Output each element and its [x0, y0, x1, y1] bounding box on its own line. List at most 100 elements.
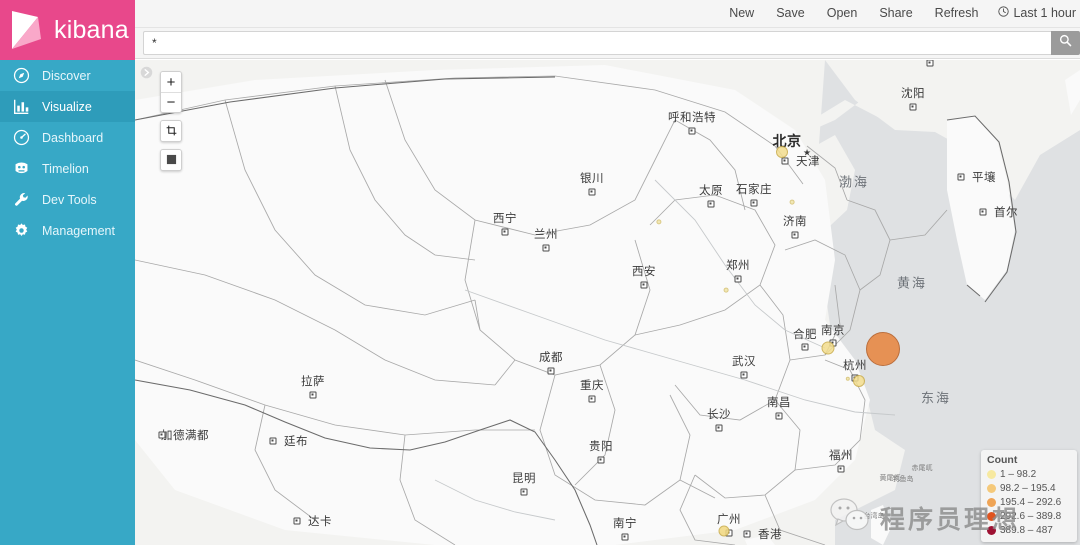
- sidebar-item-management[interactable]: Management: [0, 215, 135, 246]
- map-islet-label: 台湾岛: [863, 512, 885, 520]
- legend-entry: 1 – 98.2: [987, 467, 1070, 481]
- map-count-marker[interactable]: [866, 332, 900, 366]
- legend-entry: 98.2 – 195.4: [987, 481, 1070, 495]
- sidebar-item-label: Management: [42, 223, 115, 238]
- refresh-button[interactable]: Refresh: [924, 0, 990, 27]
- draw-rectangle-control: [160, 149, 182, 171]
- search-input[interactable]: [143, 31, 1051, 55]
- map-city-label: 西宁: [493, 211, 517, 225]
- map-count-marker[interactable]: [723, 287, 729, 293]
- map-city-label: 广州: [717, 512, 741, 526]
- map-city-label: 香港: [758, 527, 782, 541]
- fit-bounds-button[interactable]: [161, 121, 181, 141]
- legend-entry: 292.6 – 389.8: [987, 509, 1070, 523]
- map-city-marker-icon: [588, 395, 596, 403]
- legend-swatch-icon: [987, 497, 996, 507]
- map-city-label: 南宁: [613, 516, 637, 530]
- map-city-label: 济南: [783, 214, 807, 228]
- map-controls: + −: [160, 71, 182, 178]
- map-city-marker-icon: [588, 188, 596, 196]
- map-city-label: 银川: [580, 171, 604, 185]
- open-button[interactable]: Open: [816, 0, 869, 27]
- map-city-label: 合肥: [793, 327, 817, 341]
- map-city-marker-icon: [837, 465, 845, 473]
- map-basemap: [135, 60, 1080, 545]
- legend-entry: 389.8 – 487: [987, 523, 1070, 537]
- sidebar-item-visualize[interactable]: Visualize: [0, 91, 135, 122]
- clock-icon: [998, 0, 1010, 27]
- map-city-marker-icon: [269, 437, 277, 445]
- dashboard-icon: [12, 128, 31, 147]
- time-picker-button[interactable]: Last 1 hour: [989, 0, 1080, 27]
- sidebar-item-discover[interactable]: Discover: [0, 60, 135, 91]
- draw-rectangle-button[interactable]: [161, 150, 181, 170]
- map-city-label: 兰州: [534, 227, 558, 241]
- map-city-marker-icon: [957, 173, 965, 181]
- map-count-marker[interactable]: [718, 525, 730, 537]
- zoom-out-button[interactable]: −: [161, 92, 181, 112]
- map-city-label: 平壤: [972, 170, 996, 184]
- compass-icon: [12, 66, 31, 85]
- map-count-marker[interactable]: [776, 146, 788, 158]
- search-submit-button[interactable]: [1051, 31, 1080, 55]
- legend-entry-label: 1 – 98.2: [1000, 468, 1037, 480]
- sidebar-item-timelion[interactable]: Timelion: [0, 153, 135, 184]
- legend-entry: 195.4 – 292.6: [987, 495, 1070, 509]
- legend-entry-label: 292.6 – 389.8: [1000, 510, 1062, 522]
- legend-entry-label: 389.8 – 487: [1000, 524, 1053, 536]
- map-city-label: 拉萨: [301, 374, 325, 388]
- map-city-marker-icon: [740, 371, 748, 379]
- map-city-label: 廷布: [284, 434, 308, 448]
- chevron-right-icon[interactable]: [140, 66, 153, 79]
- map-city-label: 加德满都: [161, 428, 209, 442]
- map-count-marker[interactable]: [853, 375, 865, 387]
- map-islet-label: 赤尾屼: [911, 464, 933, 472]
- legend-entry-label: 98.2 – 195.4: [1000, 482, 1056, 494]
- new-button[interactable]: New: [718, 0, 765, 27]
- map-count-marker[interactable]: [789, 199, 795, 205]
- map-city-marker-icon: [734, 275, 742, 283]
- map-city-label: 石家庄: [736, 182, 772, 196]
- save-button[interactable]: Save: [765, 0, 816, 27]
- wrench-icon: [12, 190, 31, 209]
- map-city-marker-icon: [775, 412, 783, 420]
- map-sea-label: 东海: [920, 391, 952, 407]
- map-city-marker-icon: [707, 200, 715, 208]
- map-city-marker-icon: [640, 281, 648, 289]
- map-city-marker-icon: [309, 391, 317, 399]
- map-city-marker-icon: [743, 530, 751, 538]
- map-sea-label: 黄海: [896, 276, 928, 292]
- map-city-marker-icon: [621, 533, 629, 541]
- legend-swatch-icon: [987, 511, 996, 521]
- map-city-label: 呼和浩特: [668, 110, 716, 124]
- map-city-marker-icon: [501, 228, 509, 236]
- fit-bounds-control: [160, 120, 182, 142]
- sidebar-item-label: Timelion: [42, 161, 89, 176]
- map-city-marker-icon: [801, 343, 809, 351]
- map-city-marker-icon: [715, 424, 723, 432]
- map-sea-label: 渤海: [838, 175, 870, 191]
- zoom-in-button[interactable]: +: [161, 72, 181, 92]
- brand-header[interactable]: kibana: [0, 0, 135, 60]
- map-city-label: 福州: [829, 448, 853, 462]
- map-city-marker-icon: [791, 231, 799, 239]
- map-city-marker-icon: [979, 208, 987, 216]
- kibana-app: kibana Discover Visualize Dashboard Time…: [0, 0, 1080, 545]
- capital-star-icon: ★: [802, 147, 812, 158]
- map-city-marker-icon: [750, 199, 758, 207]
- map-count-marker[interactable]: [821, 341, 835, 355]
- bar-chart-icon: [12, 97, 31, 116]
- gear-icon: [12, 221, 31, 240]
- map-city-marker-icon: [542, 244, 550, 252]
- map-visualization[interactable]: + − 北京 ★ 呼和浩特 沈阳 银川 太原 石家庄 济南 西宁 兰州 天津 郑…: [135, 60, 1080, 545]
- map-city-marker-icon: [781, 157, 789, 165]
- sidebar-item-dashboard[interactable]: Dashboard: [0, 122, 135, 153]
- sidebar-item-label: Dashboard: [42, 130, 104, 145]
- map-city-label: 昆明: [512, 471, 536, 485]
- map-city-label: 西安: [632, 264, 656, 278]
- map-city-marker-icon: [158, 431, 166, 439]
- map-city-marker-icon: [926, 60, 934, 67]
- share-button[interactable]: Share: [868, 0, 923, 27]
- sidebar-item-dev-tools[interactable]: Dev Tools: [0, 184, 135, 215]
- map-city-marker-icon: [520, 488, 528, 496]
